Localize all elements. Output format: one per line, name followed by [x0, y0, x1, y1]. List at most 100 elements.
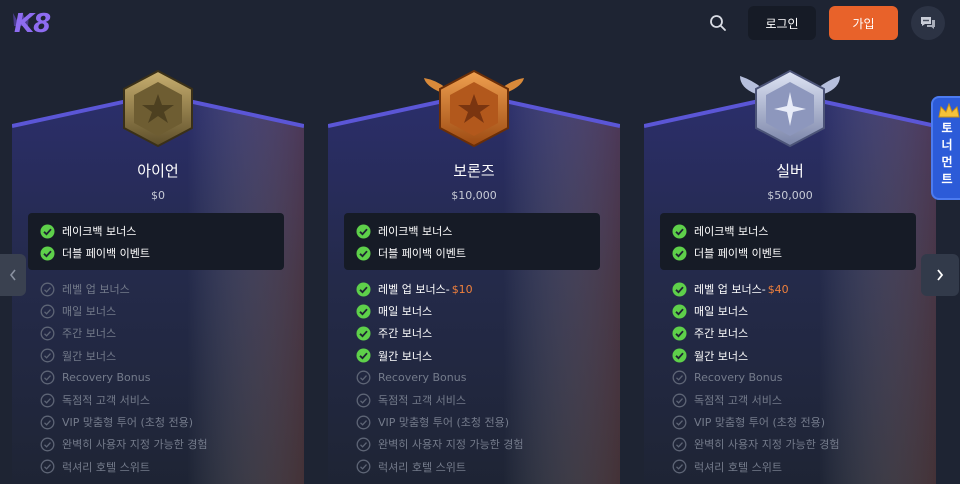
chat-icon [921, 17, 935, 29]
check-circle-icon [356, 282, 371, 297]
tournament-side-tab[interactable]: 토너먼트 [931, 96, 960, 200]
feature-item: 레벨 업 보너스- $40 [672, 280, 789, 298]
check-circle-outline-icon [40, 326, 55, 341]
feature-item: VIP 맞춤형 투어 (초청 전용) [356, 413, 509, 431]
feature-item: 레벨 업 보너스 [40, 280, 130, 298]
feature-item: 레벨 업 보너스- $10 [356, 280, 473, 298]
feature-label: 완벽히 사용자 지정 가능한 경험 [694, 438, 840, 452]
check-circle-outline-icon [40, 282, 55, 297]
check-circle-icon [672, 246, 687, 261]
check-circle-icon [672, 304, 687, 319]
check-circle-icon [356, 326, 371, 341]
check-circle-icon [40, 224, 55, 239]
feature-label: Recovery Bonus [694, 371, 783, 385]
feature-label: 레이크백 보너스 [694, 225, 769, 238]
feature-item: VIP 맞춤형 투어 (초청 전용) [40, 413, 193, 431]
feature-label: 매일 보너스 [62, 305, 117, 319]
carousel-prev-button[interactable] [0, 254, 26, 296]
chevron-right-icon [937, 269, 944, 281]
feature-label: 독점적 고객 서비스 [694, 394, 782, 407]
check-circle-icon [356, 304, 371, 319]
feature-label: 월간 보너스 [62, 349, 117, 363]
feature-label: 레벨 업 보너스- [378, 283, 450, 296]
chat-button[interactable] [911, 6, 945, 40]
silver-badge-icon [740, 68, 840, 150]
highlight-feature-item: 레이크백 보너스 [40, 222, 136, 240]
feature-item: 월간 보너스 [40, 347, 116, 365]
feature-item: 완벽히 사용자 지정 가능한 경험 [356, 435, 524, 453]
feature-item: 매일 보너스 [356, 302, 432, 320]
login-button[interactable]: 로그인 [748, 6, 816, 40]
check-circle-outline-icon [672, 437, 687, 452]
tier-amount: $10,000 [451, 189, 497, 202]
feature-item: 독점적 고객 서비스 [356, 391, 466, 409]
vip-tier-card: 실버 $50,000 레이크백 보너스 더블 페이백 이벤트 레벨 업 보너스- $4… [644, 69, 936, 484]
feature-item: Recovery Bonus [40, 369, 150, 387]
check-circle-outline-icon [672, 459, 687, 474]
logo-text: K8 [14, 9, 51, 39]
feature-item: 완벽히 사용자 지정 가능한 경험 [40, 435, 208, 453]
feature-label: 럭셔리 호텔 스위트 [378, 460, 466, 474]
feature-item: 럭셔리 호텔 스위트 [40, 458, 150, 476]
search-button[interactable] [704, 10, 732, 36]
feature-amount: $40 [767, 282, 789, 296]
feature-item: 완벽히 사용자 지정 가능한 경험 [672, 435, 840, 453]
check-circle-icon [672, 224, 687, 239]
tier-name: 보론즈 [453, 162, 495, 180]
feature-label: 주간 보너스 [62, 327, 117, 341]
feature-label: 더블 페이백 이벤트 [694, 247, 782, 260]
feature-item: 럭셔리 호텔 스위트 [356, 458, 466, 476]
check-circle-icon [672, 348, 687, 363]
feature-label: 독점적 고객 서비스 [62, 394, 150, 407]
vip-tier-card: 아이언 $0 레이크백 보너스 더블 페이백 이벤트 레벨 업 보너스 매일 보너스 주… [12, 69, 304, 484]
feature-label: 매일 보너스 [378, 305, 433, 319]
check-circle-outline-icon [40, 415, 55, 430]
feature-item: 매일 보너스 [40, 302, 116, 320]
tier-name: 실버 [776, 162, 804, 180]
feature-label: 럭셔리 호텔 스위트 [62, 460, 150, 474]
check-circle-icon [356, 348, 371, 363]
check-circle-icon [672, 326, 687, 341]
feature-label: 주간 보너스 [694, 327, 749, 341]
highlight-feature-item: 레이크백 보너스 [356, 222, 452, 240]
feature-item: Recovery Bonus [356, 369, 466, 387]
feature-label: 럭셔리 호텔 스위트 [694, 460, 782, 474]
check-circle-outline-icon [356, 437, 371, 452]
check-circle-outline-icon [40, 393, 55, 408]
feature-item: 럭셔리 호텔 스위트 [672, 458, 782, 476]
feature-item: 주간 보너스 [356, 324, 432, 342]
feature-label: VIP 맞춤형 투어 (초청 전용) [62, 416, 194, 430]
check-circle-icon [356, 246, 371, 261]
search-icon [710, 15, 726, 31]
highlight-feature-item: 더블 페이백 이벤트 [356, 244, 466, 262]
top-header: K8 로그인 가입 [0, 0, 960, 46]
feature-label: 레벨 업 보너스- [694, 283, 766, 296]
chevron-left-icon [9, 269, 16, 281]
tournament-label: 토너먼트 [941, 121, 953, 186]
feature-label: 레이크백 보너스 [378, 225, 453, 238]
carousel-next-button[interactable] [921, 254, 959, 296]
feature-label: 더블 페이백 이벤트 [62, 247, 150, 260]
vip-tier-card: 보론즈 $10,000 레이크백 보너스더블 페이백 이벤트레벨 업 보너스- $… [328, 69, 620, 484]
feature-label: VIP 맞춤형 투어 (초청 전용) [378, 416, 510, 430]
highlight-feature-item: 더블 페이백 이벤트 [672, 244, 782, 262]
join-button[interactable]: 가입 [829, 6, 898, 40]
feature-label: 월간 보너스 [694, 349, 749, 363]
check-circle-outline-icon [672, 415, 687, 430]
highlight-feature-item: 더블 페이백 이벤트 [40, 244, 150, 262]
feature-item: 월간 보너스 [672, 347, 748, 365]
check-circle-outline-icon [40, 348, 55, 363]
check-circle-icon [672, 282, 687, 297]
feature-label: 주간 보너스 [378, 327, 433, 341]
feature-item: Recovery Bonus [672, 369, 782, 387]
check-circle-outline-icon [40, 370, 55, 385]
check-circle-icon [40, 246, 55, 261]
feature-label: 완벽히 사용자 지정 가능한 경험 [378, 438, 524, 452]
feature-amount: $10 [451, 282, 473, 296]
feature-label: 완벽히 사용자 지정 가능한 경험 [62, 438, 208, 452]
feature-label: 매일 보너스 [694, 305, 749, 319]
highlight-feature-item: 레이크백 보너스 [672, 222, 768, 240]
tier-amount: $0 [151, 189, 165, 202]
k8-logo[interactable]: K8 [10, 8, 60, 40]
feature-item: 매일 보너스 [672, 302, 748, 320]
